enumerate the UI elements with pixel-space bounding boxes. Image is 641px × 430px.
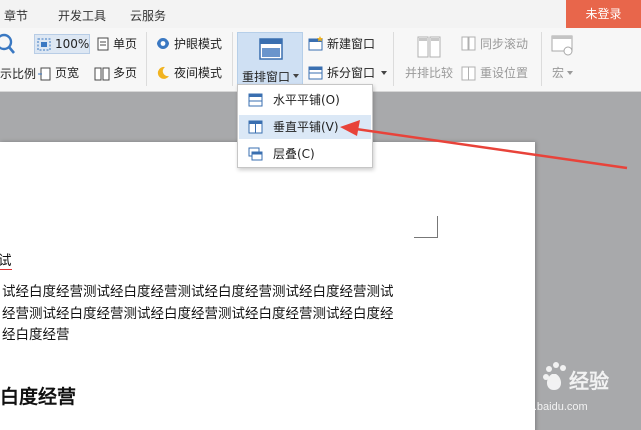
watermark-brand: Bai xyxy=(497,367,534,394)
baidu-logo-icon: Bai 经验 jingyan.baidu.com xyxy=(497,362,609,413)
watermark-url: jingyan.baidu.com xyxy=(498,401,588,413)
watermark-suffix: 经验 xyxy=(569,369,609,393)
baidu-jingyan-watermark: Bai 经验 jingyan.baidu.com xyxy=(497,358,637,428)
